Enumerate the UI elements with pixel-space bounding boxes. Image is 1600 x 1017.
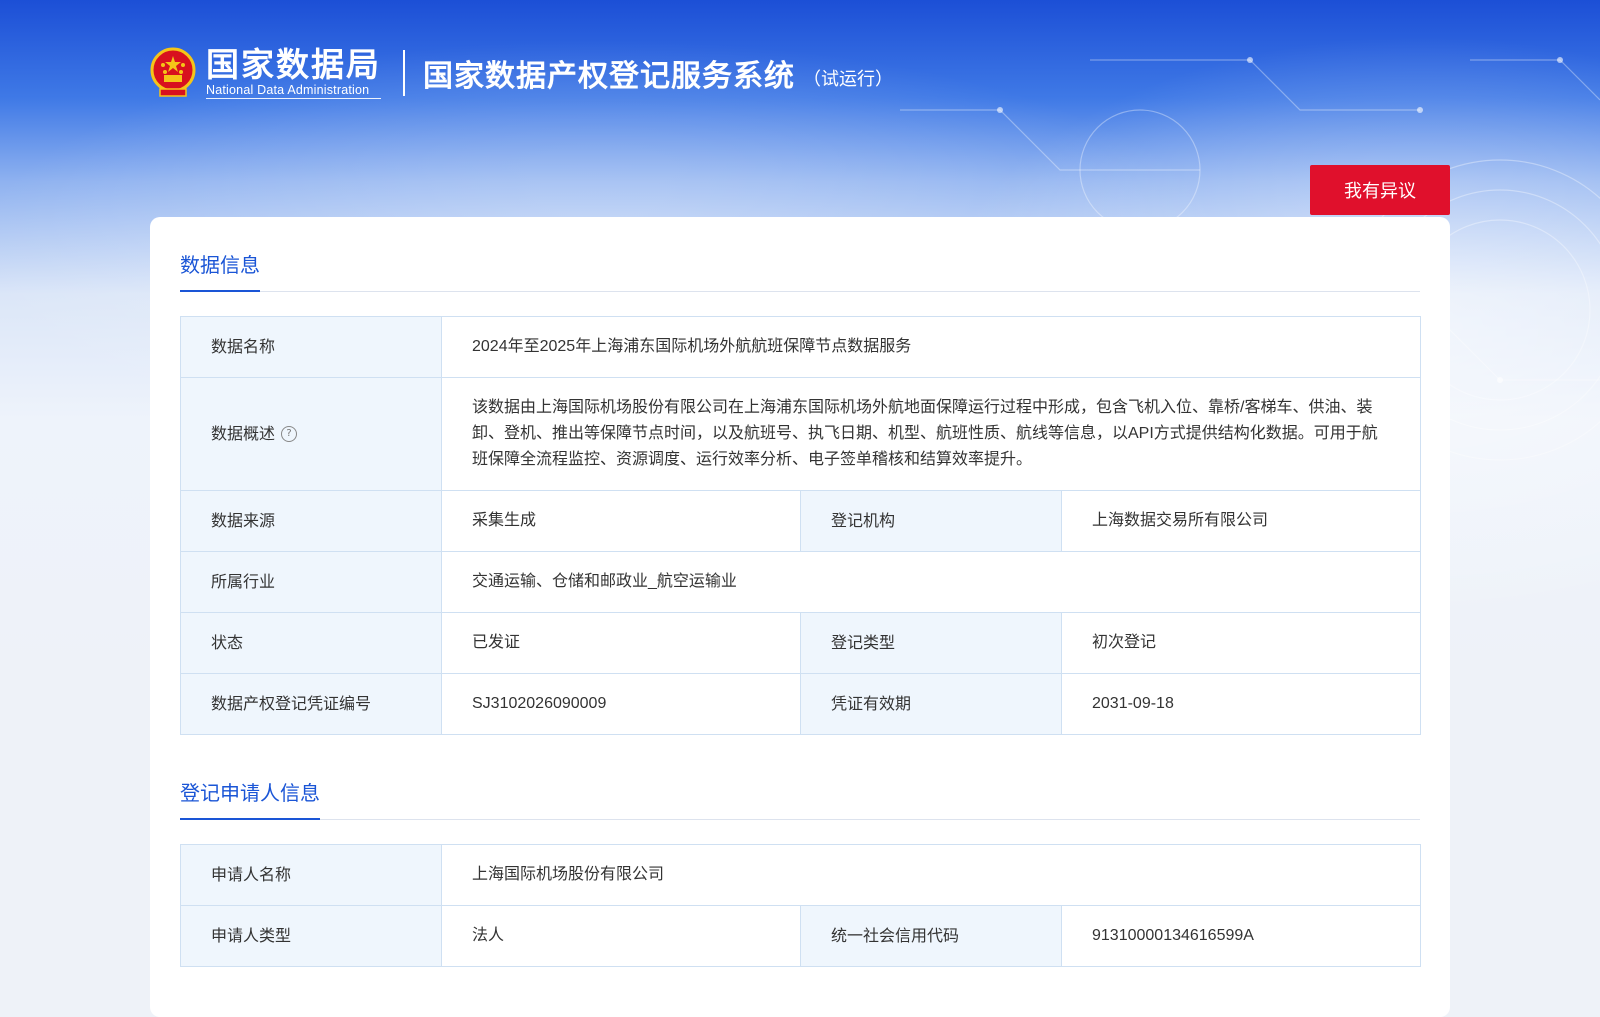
registrar-label: 登记机构: [800, 490, 1062, 552]
industry-value: 交通运输、仓储和邮政业_航空运输业: [441, 551, 1421, 613]
applicant-name-label: 申请人名称: [180, 844, 442, 906]
system-title-suffix: （试运行）: [803, 69, 893, 90]
status-value: 已发证: [441, 612, 801, 674]
credit-code-value: 91310000134616599A: [1060, 905, 1422, 967]
table-row: 数据名称 2024年至2025年上海浦东国际机场外航航班保障节点数据服务: [180, 316, 1421, 378]
data-info-section-title: 数据信息: [180, 249, 260, 292]
registrar-value: 上海数据交易所有限公司: [1061, 490, 1421, 552]
certificate-validity-value: 2031-09-18: [1061, 673, 1421, 735]
applicant-name-value: 上海国际机场股份有限公司: [440, 844, 1422, 906]
registration-type-value: 初次登记: [1061, 612, 1421, 674]
data-source-value: 采集生成: [441, 490, 801, 552]
table-row: 状态 已发证 登记类型 初次登记: [180, 612, 1421, 674]
data-summary-label-cell: 数据概述?: [180, 377, 442, 491]
industry-label: 所属行业: [180, 551, 442, 613]
data-info-table: 数据名称 2024年至2025年上海浦东国际机场外航航班保障节点数据服务 数据概…: [180, 316, 1421, 735]
table-row: 数据来源 采集生成 登记机构 上海数据交易所有限公司: [180, 490, 1421, 552]
status-label: 状态: [180, 612, 442, 674]
applicant-type-label: 申请人类型: [180, 905, 442, 967]
data-summary-value: 该数据由上海国际机场股份有限公司在上海浦东国际机场外航地面保障运行过程中形成，包…: [472, 399, 1378, 468]
data-summary-value-cell: 该数据由上海国际机场股份有限公司在上海浦东国际机场外航地面保障运行过程中形成，包…: [441, 377, 1421, 491]
certificate-validity-label: 凭证有效期: [800, 673, 1062, 735]
certificate-number-value: SJ3102026090009: [441, 673, 801, 735]
data-name-value: 2024年至2025年上海浦东国际机场外航航班保障节点数据服务: [441, 316, 1421, 378]
agency-logo: 国家数据局 National Data Administration: [206, 47, 381, 99]
table-row: 申请人类型 法人 统一社会信用代码 91310000134616599A: [180, 905, 1422, 967]
table-row: 数据产权登记凭证编号 SJ3102026090009 凭证有效期 2031-09…: [180, 673, 1421, 735]
data-info-section-header: 数据信息: [180, 217, 1420, 292]
data-source-label: 数据来源: [180, 490, 442, 552]
table-row: 所属行业 交通运输、仓储和邮政业_航空运输业: [180, 551, 1421, 613]
system-title: 国家数据产权登记服务系统: [423, 59, 795, 94]
credit-code-label: 统一社会信用代码: [800, 905, 1062, 967]
data-name-label: 数据名称: [180, 316, 442, 378]
site-header: 国家数据局 National Data Administration 国家数据产…: [150, 44, 893, 102]
table-row: 申请人名称 上海国际机场股份有限公司: [180, 844, 1422, 906]
applicant-section-header: 登记申请人信息: [180, 745, 1420, 820]
table-row: 数据概述? 该数据由上海国际机场股份有限公司在上海浦东国际机场外航地面保障运行过…: [180, 377, 1421, 491]
registration-type-label: 登记类型: [800, 612, 1062, 674]
applicant-type-value: 法人: [441, 905, 801, 967]
detail-card: 数据信息 数据名称 2024年至2025年上海浦东国际机场外航航班保障节点数据服…: [150, 217, 1450, 1017]
national-emblem-icon: [150, 47, 196, 99]
header-divider: [403, 50, 405, 96]
applicant-info-table: 申请人名称 上海国际机场股份有限公司 申请人类型 法人 统一社会信用代码 913…: [180, 844, 1422, 967]
agency-name-en: National Data Administration: [206, 83, 381, 99]
data-summary-label: 数据概述: [211, 424, 276, 443]
objection-button[interactable]: 我有异议: [1310, 165, 1450, 215]
applicant-section-title: 登记申请人信息: [180, 777, 320, 820]
certificate-number-label: 数据产权登记凭证编号: [180, 673, 442, 735]
agency-name-cn: 国家数据局: [206, 45, 381, 84]
question-circle-icon[interactable]: ?: [281, 425, 298, 442]
